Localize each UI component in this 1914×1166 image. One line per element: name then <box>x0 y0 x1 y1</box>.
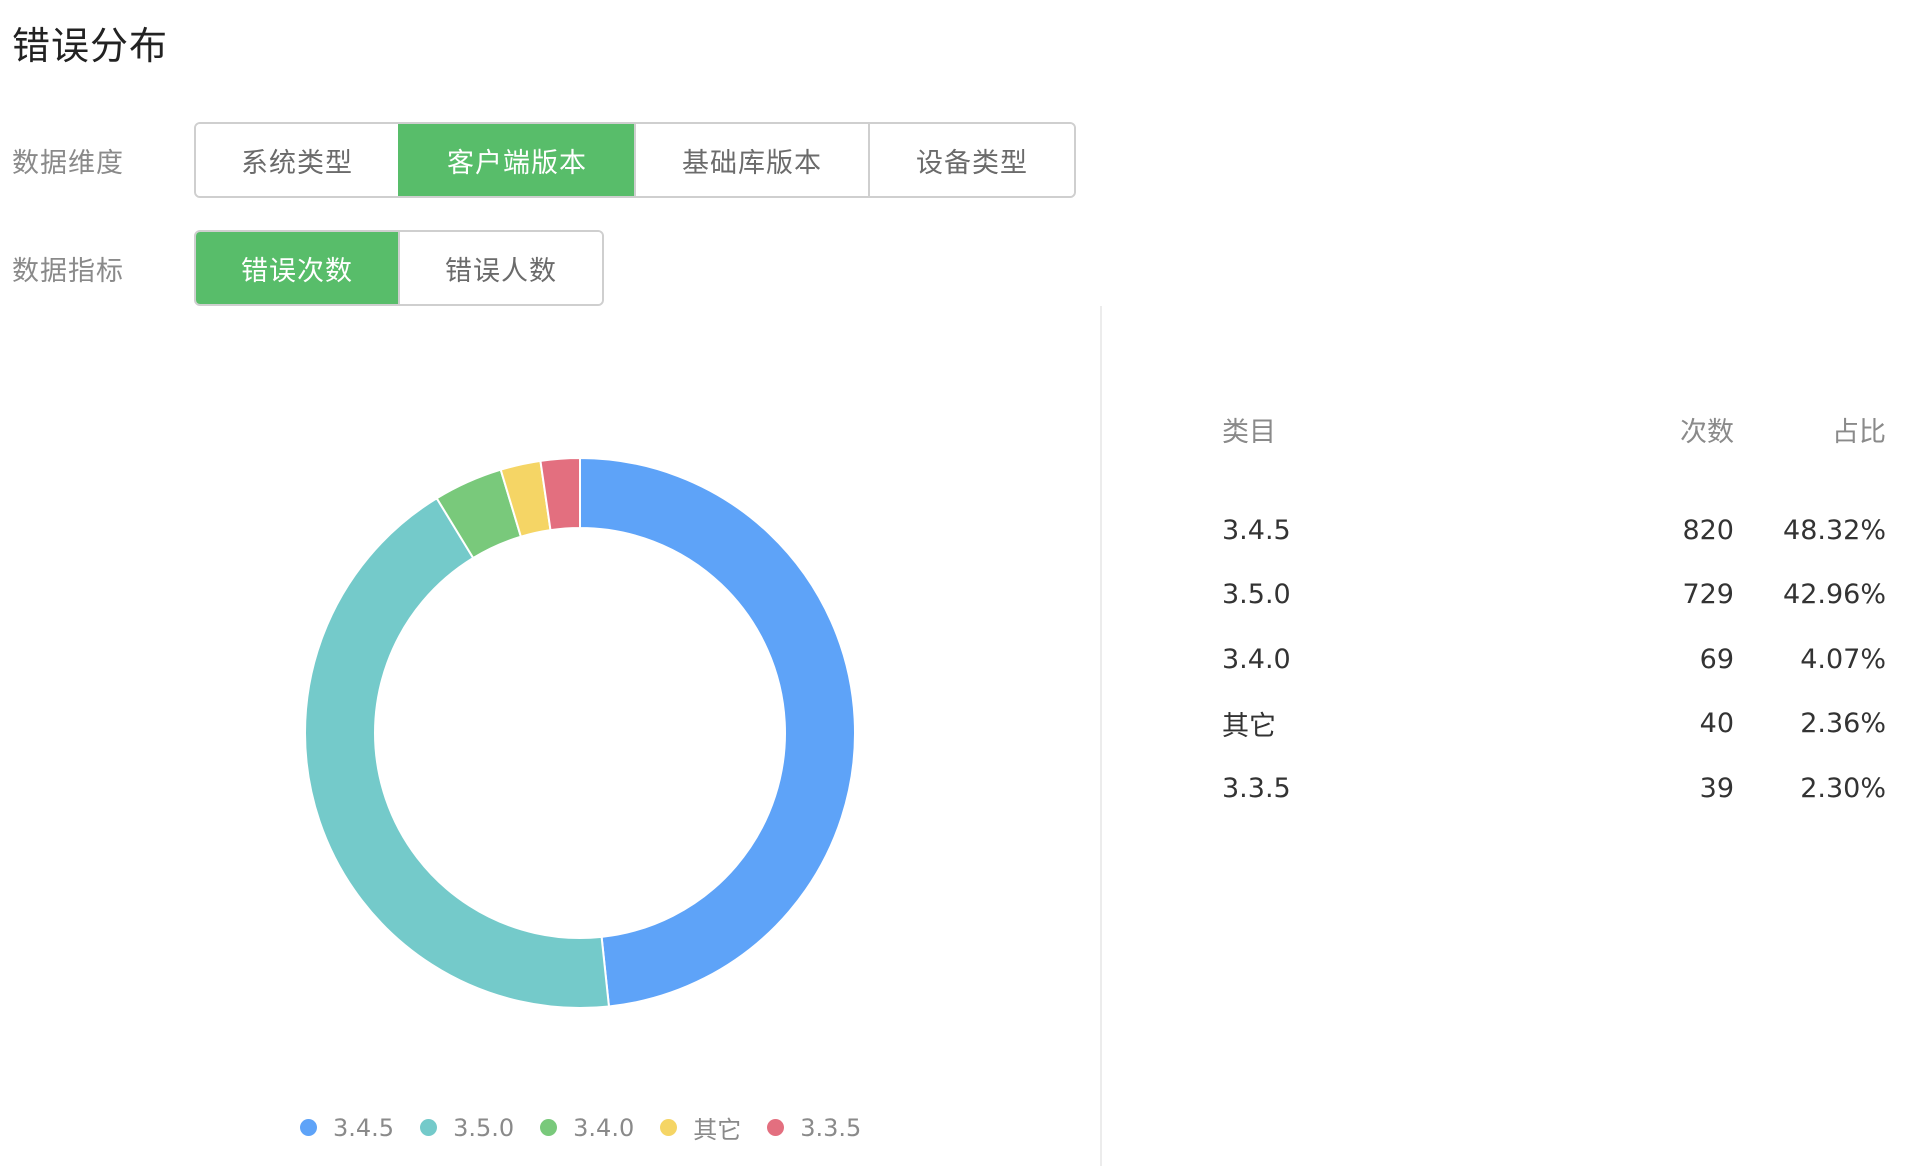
row-category: 3.4.0 <box>1222 643 1291 675</box>
header-category: 类目 <box>1222 416 1276 448</box>
legend-label: 3.4.0 <box>573 1113 635 1142</box>
row-category: 3.3.5 <box>1222 772 1291 804</box>
legend-swatch <box>767 1119 785 1136</box>
legend-label: 3.4.5 <box>333 1113 395 1142</box>
header-percent: 占比 <box>1832 416 1886 448</box>
row-percent: 2.36% <box>1800 708 1886 740</box>
legend-swatch <box>660 1119 678 1136</box>
legend-item[interactable]: 3.4.5 <box>300 1114 394 1142</box>
legend-label: 其它 <box>693 1116 742 1144</box>
donut-slice[interactable] <box>304 496 611 1009</box>
legend-swatch <box>420 1119 438 1136</box>
table-row: 3.4.0 69 4.07% <box>1222 627 1886 692</box>
legend-item[interactable]: 3.5.0 <box>420 1114 514 1142</box>
legend-label: 3.5.0 <box>453 1113 515 1142</box>
table-row: 其它 40 2.36% <box>1222 692 1886 757</box>
table-row: 3.4.5 820 48.32% <box>1222 498 1886 563</box>
row-count: 69 <box>1699 643 1734 675</box>
distribution-table: 类目 次数 占比 3.4.5 820 48.32% 3.5.0 729 42.9… <box>1222 404 1886 821</box>
row-count: 820 <box>1682 514 1734 546</box>
row-percent: 2.30% <box>1800 772 1886 804</box>
legend-item[interactable]: 其它 <box>660 1110 741 1145</box>
donut-chart <box>304 456 856 1009</box>
legend-item[interactable]: 3.4.0 <box>540 1114 634 1142</box>
chart-legend: 3.4.5 3.5.0 3.4.0 其它 3.3.5 <box>300 1110 887 1145</box>
donut-slice[interactable] <box>579 456 856 1008</box>
row-percent: 48.32% <box>1783 514 1886 546</box>
section-divider <box>1100 306 1102 1166</box>
row-category: 其它 <box>1222 711 1276 743</box>
table-row: 3.3.5 39 2.30% <box>1222 756 1886 821</box>
table-row: 3.5.0 729 42.96% <box>1222 563 1886 628</box>
legend-swatch <box>300 1119 317 1136</box>
row-category: 3.4.5 <box>1222 514 1291 546</box>
row-percent: 42.96% <box>1783 579 1886 611</box>
row-count: 40 <box>1699 708 1734 740</box>
table-header: 类目 次数 占比 <box>1222 404 1886 454</box>
row-category: 3.5.0 <box>1222 579 1291 611</box>
legend-label: 3.3.5 <box>800 1113 862 1142</box>
legend-item[interactable]: 3.3.5 <box>767 1114 861 1142</box>
legend-swatch <box>540 1119 558 1136</box>
header-count: 次数 <box>1680 416 1734 448</box>
row-count: 729 <box>1682 579 1734 611</box>
row-percent: 4.07% <box>1800 643 1886 675</box>
row-count: 39 <box>1699 772 1734 804</box>
